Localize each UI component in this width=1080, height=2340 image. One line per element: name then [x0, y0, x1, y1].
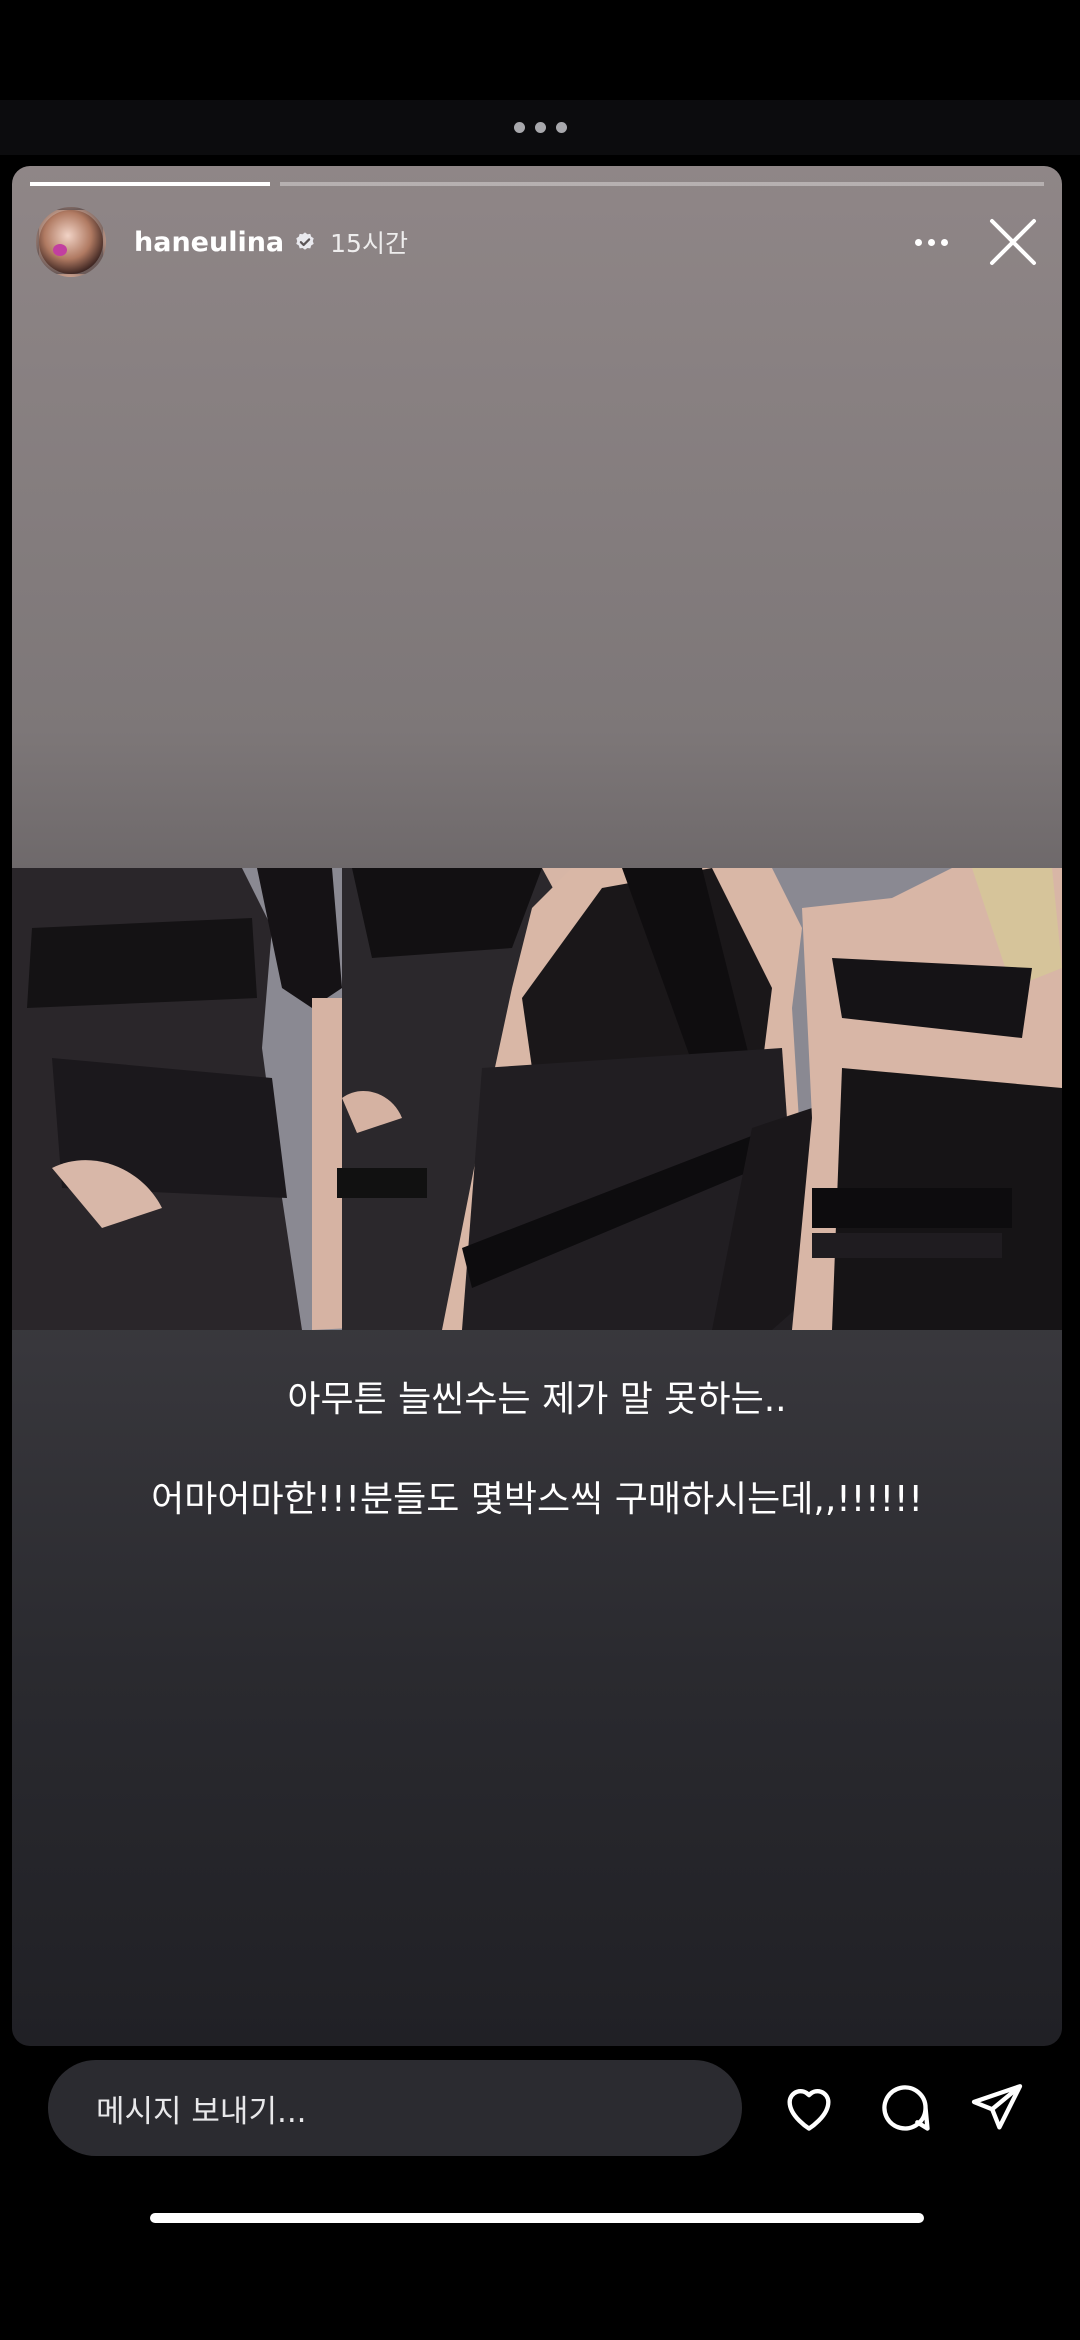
username[interactable]: haneulina [134, 227, 284, 258]
post-timestamp: 15시간 [330, 229, 408, 258]
handle-dot [555, 122, 567, 133]
story-progress-bar [30, 182, 1044, 186]
handle-dot [534, 122, 546, 133]
avatar[interactable] [36, 207, 106, 277]
handle-dot [513, 122, 525, 133]
dot [928, 238, 935, 246]
verified-badge-icon [296, 232, 314, 250]
close-icon[interactable] [988, 217, 1038, 267]
status-bar [0, 0, 1080, 100]
story-header: haneulina 15시간 [36, 206, 1038, 278]
story-photo-image [12, 868, 1062, 1330]
story-photo [12, 868, 1062, 1330]
send-paper-plane-icon[interactable] [968, 2079, 1026, 2137]
more-dots-icon[interactable] [915, 238, 948, 246]
story-footer: 메시지 보내기... [0, 2046, 1080, 2340]
header-actions [915, 217, 1038, 267]
caption-line-2: 어마어마한!!!분들도 몇박스씩 구매하시는데,,!!!!!! [151, 1479, 923, 1520]
dot [915, 238, 922, 246]
story-caption: 아무튼 늘씬수는 제가 말 못하는.. 어마어마한!!!분들도 몇박스씩 구매하… [12, 1376, 1062, 1576]
dot [941, 238, 948, 246]
home-indicator[interactable] [150, 2213, 924, 2223]
message-input[interactable]: 메시지 보내기... [48, 2060, 742, 2156]
message-placeholder: 메시지 보내기... [96, 2093, 307, 2130]
sheet-handle-dots [0, 100, 1080, 155]
progress-segment-viewed [30, 182, 270, 186]
story-viewer[interactable]: haneulina 15시간 아무튼 늘씬수는 제가 말 못하는.. 어마어마한… [12, 166, 1062, 2046]
heart-icon[interactable] [780, 2079, 838, 2137]
comment-bubble-icon[interactable] [876, 2079, 934, 2137]
progress-segment-remaining [280, 182, 1044, 186]
caption-line-1: 아무튼 늘씬수는 제가 말 못하는.. [287, 1379, 787, 1420]
